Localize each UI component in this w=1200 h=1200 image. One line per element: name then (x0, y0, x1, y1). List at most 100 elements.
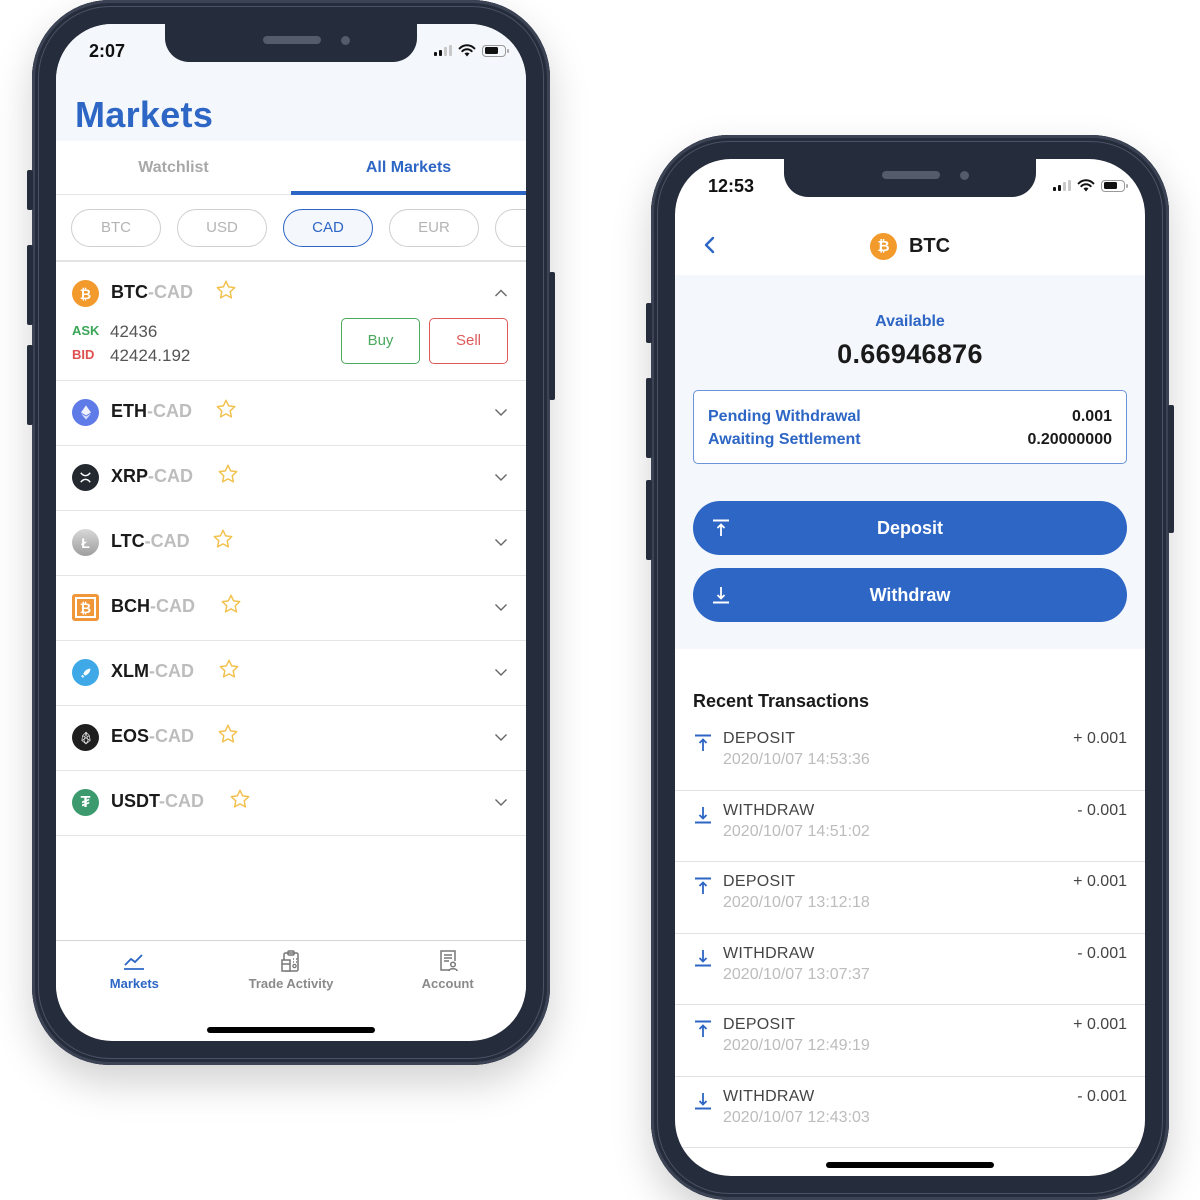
mute-switch (646, 303, 652, 343)
deposit-icon (695, 734, 711, 751)
transaction-date: 2020/10/07 12:49:19 (723, 1037, 870, 1054)
home-indicator (207, 1027, 375, 1033)
pair-row-xrp[interactable]: XRP-CAD (56, 446, 526, 511)
mute-switch (27, 170, 33, 210)
tabbar-markets[interactable]: Markets (56, 941, 213, 1010)
buy-button[interactable]: Buy (341, 318, 420, 364)
pair-row-eos[interactable]: EOS-CAD (56, 706, 526, 771)
pair-list: ₿ BTC-CAD ASK 42436 BID 42424.192 Buy Sell… (56, 262, 526, 836)
volume-down-button (646, 480, 652, 560)
chevron-down-icon[interactable] (494, 405, 508, 419)
pair-row-ltc[interactable]: Ł LTC-CAD (56, 511, 526, 576)
power-button (1168, 405, 1174, 533)
star-icon[interactable] (217, 463, 239, 485)
transaction-row[interactable]: DEPOSIT 2020/10/07 12:49:19 + 0.001 (675, 1005, 1145, 1077)
star-icon[interactable] (229, 788, 251, 810)
sell-button[interactable]: Sell (429, 318, 508, 364)
stellar-icon (72, 659, 99, 686)
transaction-row[interactable]: DEPOSIT 2020/10/07 13:12:18 + 0.001 (675, 862, 1145, 934)
eos-icon (72, 724, 99, 751)
transaction-date: 2020/10/07 14:51:02 (723, 822, 870, 840)
chip-cad[interactable]: CAD (283, 209, 373, 247)
chevron-down-icon[interactable] (494, 795, 508, 809)
tab-watchlist[interactable]: Watchlist (56, 141, 291, 194)
pending-label: Pending Withdrawal (708, 408, 861, 425)
bitcoin-cash-icon: ₿ (72, 594, 99, 621)
transaction-date: 2020/10/07 13:07:37 (723, 965, 870, 983)
star-icon[interactable] (215, 279, 237, 301)
deposit-button[interactable]: Deposit (693, 501, 1127, 555)
chip-eur[interactable]: EUR (389, 209, 479, 247)
status-icons (1053, 179, 1128, 192)
page-title: Markets (75, 94, 214, 135)
chevron-down-icon[interactable] (494, 730, 508, 744)
pair-name: ETH-CAD (111, 401, 192, 421)
nav-title: ₿ BTC (869, 233, 951, 260)
notch (784, 159, 1036, 197)
volume-up-button (646, 378, 652, 458)
star-icon[interactable] (212, 528, 234, 550)
chip-more[interactable] (495, 209, 526, 247)
pair-row-bch[interactable]: ₿ BCH-CAD (56, 576, 526, 641)
pending-value: 0.20000000 (1027, 431, 1112, 448)
pending-box: Pending Withdrawal 0.001 Awaiting Settle… (693, 390, 1127, 464)
star-icon[interactable] (215, 398, 237, 420)
ripple-icon (72, 464, 99, 491)
status-time: 12:53 (708, 176, 755, 196)
transaction-amount: - 0.001 (1077, 1087, 1127, 1105)
chevron-down-icon[interactable] (494, 535, 508, 549)
account-document-icon (439, 950, 458, 972)
pair-row-btc[interactable]: ₿ BTC-CAD ASK 42436 BID 42424.192 Buy Sell (56, 262, 526, 381)
tabbar-trade-activity[interactable]: Trade Activity (213, 941, 370, 1010)
tab-all-markets[interactable]: All Markets (291, 141, 526, 195)
chip-usd[interactable]: USD (177, 209, 267, 247)
transaction-row[interactable]: WITHDRAW 2020/10/07 14:51:02 - 0.001 (675, 791, 1145, 862)
pair-row-eth[interactable]: ETH-CAD (56, 381, 526, 446)
back-chevron-icon[interactable] (699, 233, 721, 257)
star-icon[interactable] (217, 723, 239, 745)
pair-row-usdt[interactable]: ₮ USDT-CAD (56, 771, 526, 836)
signal-icon (1053, 180, 1071, 191)
ethereum-icon (72, 399, 99, 426)
transaction-date: 2020/10/07 13:12:18 (723, 894, 870, 911)
pending-withdrawal-row: Pending Withdrawal 0.001 (708, 405, 1112, 428)
power-button (549, 272, 555, 400)
pair-name: XRP-CAD (111, 466, 194, 486)
chevron-down-icon[interactable] (494, 665, 508, 679)
deposit-icon (695, 877, 711, 894)
star-icon[interactable] (218, 658, 240, 680)
transaction-amount: - 0.001 (1077, 944, 1127, 962)
screen: 12:53 ₿ BTC Available 0.66946876 Pending… (675, 159, 1145, 1176)
balance-summary: Available 0.66946876 Pending Withdrawal … (675, 275, 1145, 649)
pair-name: XLM-CAD (111, 661, 194, 681)
deposit-label: Deposit (876, 518, 943, 538)
transaction-row[interactable]: WITHDRAW 2020/10/07 12:43:03 - 0.001 (675, 1077, 1145, 1148)
bitcoin-icon: ₿ (72, 280, 99, 307)
transaction-type: DEPOSIT (723, 1016, 796, 1033)
pending-value: 0.001 (1071, 408, 1112, 425)
transaction-type: WITHDRAW (723, 801, 815, 819)
chevron-up-icon[interactable] (494, 286, 508, 300)
withdraw-label: Withdraw (869, 585, 951, 605)
tabbar-account[interactable]: Account (369, 941, 526, 1010)
chevron-down-icon[interactable] (494, 600, 508, 614)
withdraw-icon (695, 806, 711, 823)
phone-markets: 2:07 Markets Watchlist All Markets BTC U… (27, 0, 555, 1065)
transaction-amount: + 0.001 (1073, 1016, 1127, 1033)
nav-title-text: BTC (908, 235, 951, 257)
transaction-type: WITHDRAW (723, 944, 815, 962)
bid-value: 42424.192 (110, 346, 191, 365)
chevron-down-icon[interactable] (494, 470, 508, 484)
pair-name: BTC-CAD (111, 282, 193, 302)
currency-filter: BTC USD CAD EUR (71, 209, 526, 247)
star-icon[interactable] (220, 593, 242, 615)
pair-name: LTC-CAD (111, 531, 190, 551)
pending-label: Awaiting Settlement (708, 431, 861, 448)
chip-btc[interactable]: BTC (71, 209, 161, 247)
home-indicator (826, 1162, 994, 1168)
transaction-row[interactable]: WITHDRAW 2020/10/07 13:07:37 - 0.001 (675, 934, 1145, 1005)
pair-row-xlm[interactable]: XLM-CAD (56, 641, 526, 706)
transaction-row[interactable]: DEPOSIT 2020/10/07 14:53:36 + 0.001 (675, 719, 1145, 791)
litecoin-icon: Ł (72, 529, 99, 556)
withdraw-button[interactable]: Withdraw (693, 568, 1127, 622)
